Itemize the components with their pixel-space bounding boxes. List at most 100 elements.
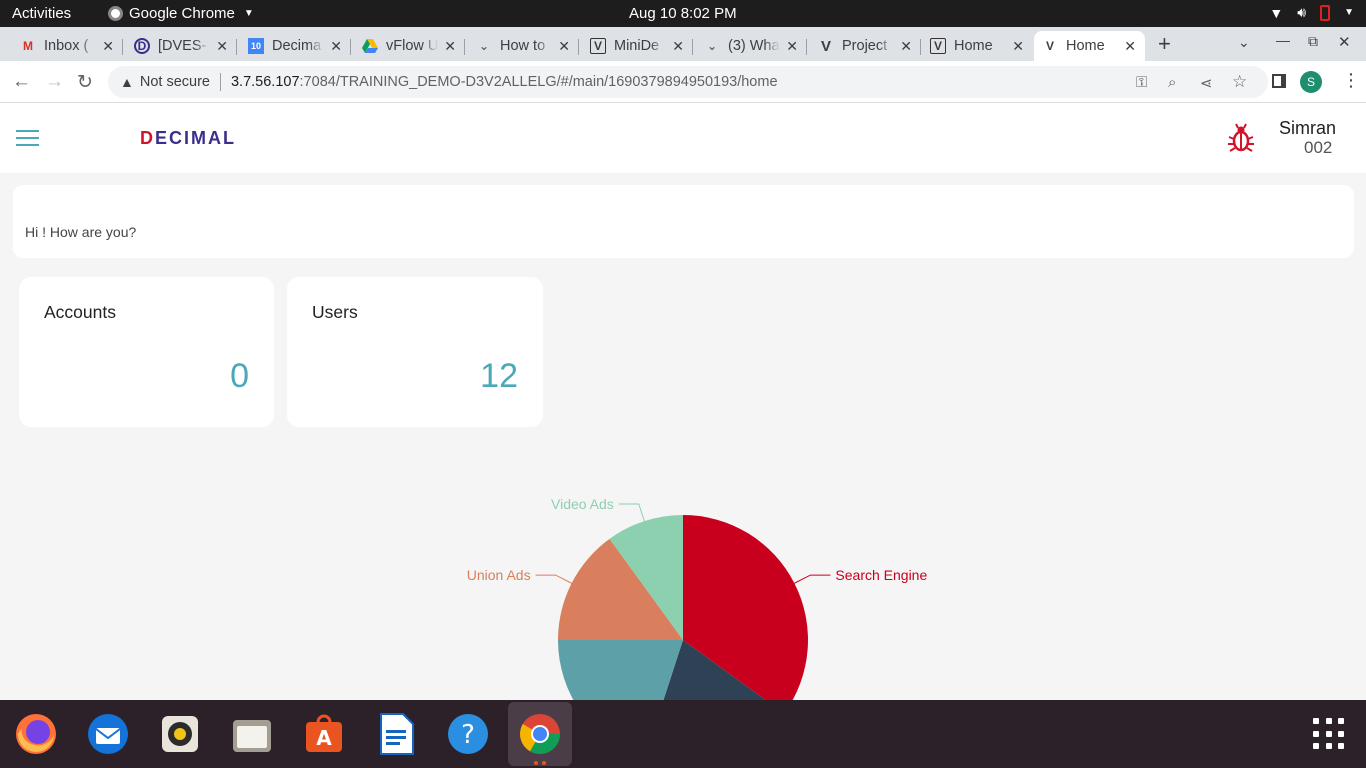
wifi-icon: ▼ [1269,4,1284,21]
dock [0,700,1366,768]
url-path: :7084/TRAINING_DEMO-D3V2ALLELG/#/main/16… [299,74,778,90]
help-icon[interactable]: ? [446,712,490,756]
gmail-icon: M [23,39,33,53]
tab-how-to[interactable]: ⌄ How to ✕ [468,31,579,61]
address-bar[interactable]: ▲ Not secure 3.7.56.107:7084/TRAINING_DE… [108,66,1268,98]
app-menu-label: Google Chrome [129,5,235,22]
tab-title: Project [842,38,888,54]
app-menu[interactable]: Google Chrome ▼ [108,5,254,22]
calendar-icon: 10 [248,38,264,54]
tab-title: (3) Wha [728,38,780,54]
v-logo-icon: V [820,37,831,55]
svg-text:?: ? [461,720,475,750]
chrome-icon[interactable] [518,712,562,756]
close-tab-icon[interactable]: ✕ [558,38,570,55]
url-host: 3.7.56.107 [230,74,300,90]
rhythmbox-icon[interactable] [158,712,202,756]
side-panel-icon[interactable] [1272,74,1286,88]
tab-title: [DVES- [158,38,207,54]
volume-icon: 🔊︎ [1297,4,1307,20]
close-tab-icon[interactable]: ✕ [1012,38,1024,55]
traffic-source-pie-chart: Search Engine Union Ads Video Ads [467,496,927,700]
hamburger-menu-icon[interactable] [16,130,39,146]
tab-search-chevron-icon[interactable]: ⌄ [1238,34,1250,51]
tab-inbox[interactable]: M Inbox ( ✕ [12,31,123,61]
tab-dves[interactable]: D [DVES- ✕ [126,31,237,61]
warning-triangle-icon[interactable]: ▲ [120,74,134,90]
tab-project[interactable]: V Project ✕ [810,31,921,61]
tab-title: Home [954,38,993,54]
user-name[interactable]: Simran [1279,118,1336,139]
pie-slice-2[interactable] [558,640,683,700]
system-tray[interactable]: ▼ 🔊︎ ▼ [1269,4,1354,21]
close-tab-icon[interactable]: ✕ [672,38,684,55]
bug-icon[interactable] [1227,123,1255,153]
forward-arrow-icon[interactable]: → [45,71,64,93]
label-leader-line [794,574,831,584]
close-tab-icon[interactable]: ✕ [1124,38,1136,55]
security-label[interactable]: Not secure [140,74,210,90]
close-tab-icon[interactable]: ✕ [900,38,912,55]
caret-down-icon: ▼ [1344,7,1354,18]
tab-home[interactable]: V Home ✕ [922,31,1033,61]
app-header: DECIMAL Simran 002 [0,103,1366,173]
files-icon[interactable] [230,712,274,756]
tab-minide[interactable]: V MiniDe ✕ [582,31,693,61]
omnibox-divider [219,73,221,91]
pie-slice-label: Video Ads [551,496,614,512]
vflow-icon: V [1045,39,1054,53]
drive-icon [362,38,378,54]
share-icon[interactable]: ⋖ [1200,74,1213,92]
key-icon[interactable]: ⚿ [1136,74,1147,91]
card-value: 0 [230,357,249,395]
bookmark-star-icon[interactable]: ☆ [1232,72,1247,92]
greeting-card: Hi ! How are you? [13,185,1354,258]
close-tab-icon[interactable]: ✕ [444,38,456,55]
running-indicator [534,761,538,765]
accounts-card[interactable]: Accounts 0 [19,277,274,427]
chrome-mini-icon [108,6,123,21]
firefox-icon[interactable] [14,712,58,756]
label-leader-line [535,574,572,584]
menu-kebab-icon[interactable]: ⋮ [1342,70,1360,91]
decimal-icon: D [134,38,150,54]
users-card[interactable]: Users 12 [287,277,543,427]
clock[interactable]: Aug 10 8:02 PM [629,5,737,22]
card-title: Users [312,302,358,322]
close-window-button[interactable]: ✕ [1338,33,1351,51]
decimal-logo[interactable]: DECIMAL [140,128,236,149]
close-tab-icon[interactable]: ✕ [786,38,798,55]
tab-title: Inbox ( [44,38,89,54]
back-arrow-icon[interactable]: ← [12,71,31,93]
profile-avatar[interactable]: S [1300,71,1322,93]
show-apps-grid-icon[interactable] [1313,718,1345,750]
close-tab-icon[interactable]: ✕ [216,38,228,55]
new-tab-button[interactable]: + [1158,31,1171,57]
system-top-bar: Activities Google Chrome ▼ Aug 10 8:02 P… [0,0,1366,27]
tab-title: How to [500,38,546,54]
tab-vflow[interactable]: vFlow U ✕ [354,31,465,61]
minimize-window-button[interactable]: — [1276,32,1290,48]
pie-slice-label: Search Engine [835,567,927,583]
software-center-icon[interactable]: A [302,712,346,756]
tab-decimal[interactable]: 10 Decima ✕ [240,31,351,61]
browser-toolbar: ← → ↻ ▲ Not secure 3.7.56.107:7084/TRAIN… [0,61,1366,103]
close-tab-icon[interactable]: ✕ [330,38,342,55]
label-leader-line [618,503,645,522]
running-indicator [542,761,546,765]
writer-icon[interactable] [374,712,418,756]
thunderbird-icon[interactable] [86,712,130,756]
generic-icon: ⌄ [478,39,490,53]
reload-icon[interactable]: ↻ [77,71,93,94]
tab-home-active[interactable]: V Home ✕ [1034,31,1145,61]
restore-window-button[interactable]: ⧉ [1308,33,1318,50]
activities-button[interactable]: Activities [12,5,71,22]
battery-icon [1320,4,1331,21]
close-tab-icon[interactable]: ✕ [102,38,114,55]
user-id: 002 [1304,138,1333,157]
card-value: 12 [480,357,518,395]
tab-whatsapp[interactable]: ⌄ (3) Wha ✕ [696,31,807,61]
svg-text:A: A [316,726,332,750]
pie-slice-label: Union Ads [467,567,531,583]
zoom-icon[interactable]: ⌕ [1168,74,1176,91]
